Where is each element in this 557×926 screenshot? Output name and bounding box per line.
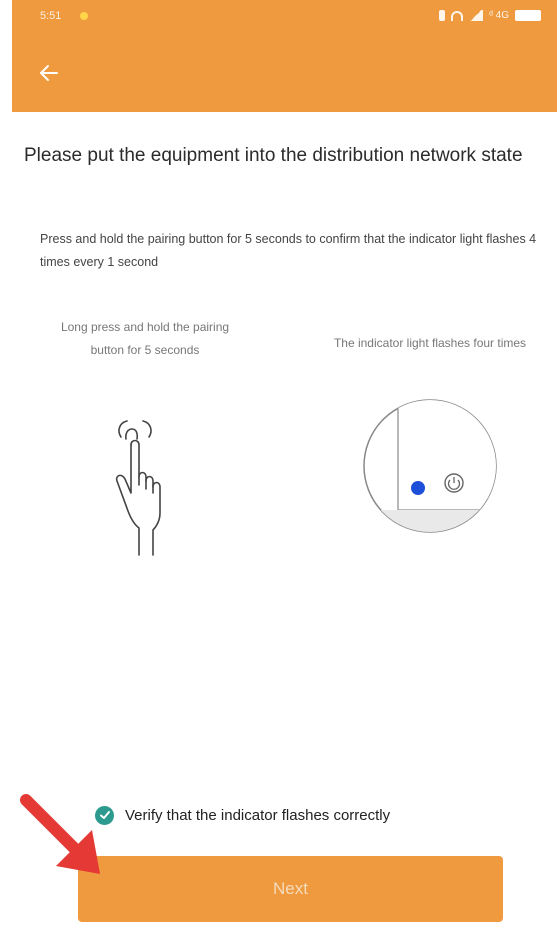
indicator-light-icon bbox=[358, 398, 508, 538]
verify-label: Verify that the indicator flashes correc… bbox=[125, 806, 391, 824]
bluetooth-icon bbox=[439, 10, 446, 21]
page-title: Please put the equipment into the distri… bbox=[24, 145, 523, 166]
red-arrow-annotation-icon bbox=[16, 790, 111, 885]
app-header: 5:51 ᵈ 4G bbox=[12, 0, 557, 112]
long-press-caption: Long press and hold the pairing button f… bbox=[60, 320, 230, 357]
battery-icon bbox=[515, 10, 541, 21]
back-button[interactable] bbox=[34, 58, 64, 88]
status-indicators: ᵈ 4G bbox=[439, 10, 541, 21]
indicator-caption: The indicator light flashes four times bbox=[333, 336, 527, 350]
status-bar: 5:51 ᵈ 4G bbox=[12, 0, 557, 32]
signal-icon bbox=[469, 10, 484, 21]
status-time: 5:51 bbox=[40, 10, 62, 22]
wifi-icon bbox=[451, 10, 464, 21]
finger-press-icon bbox=[95, 415, 185, 560]
network-type-label: ᵈ 4G bbox=[489, 10, 509, 21]
instruction-text: Press and hold the pairing button for 5 … bbox=[40, 232, 537, 269]
verify-checkbox[interactable]: Verify that the indicator flashes correc… bbox=[95, 803, 390, 827]
arrow-left-icon bbox=[40, 65, 58, 81]
next-button[interactable]: Next bbox=[78, 856, 503, 922]
notification-dot-icon bbox=[80, 12, 88, 20]
